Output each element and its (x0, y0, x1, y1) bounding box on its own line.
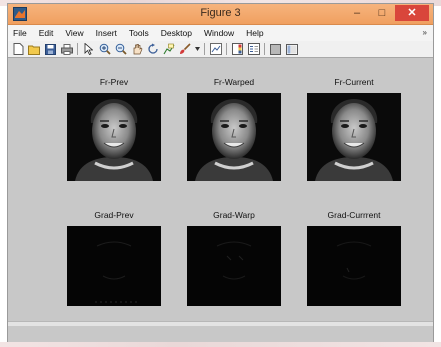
close-button[interactable]: ✕ (395, 5, 429, 21)
menu-file[interactable]: File (8, 28, 33, 38)
gradient-image (67, 226, 161, 306)
toolbar-separator (264, 43, 265, 55)
panel-title: Fr-Current (334, 77, 374, 87)
legend-icon[interactable] (247, 43, 260, 56)
menu-help[interactable]: Help (240, 28, 269, 38)
window-bottom-strip (8, 321, 433, 326)
hide-plot-tools-icon[interactable] (269, 43, 282, 56)
new-figure-icon[interactable] (12, 43, 25, 56)
panel-fr-current: Fr-Current (307, 76, 401, 181)
title-bar[interactable]: Figure 3 – □ ✕ (8, 4, 433, 25)
pan-icon[interactable] (130, 43, 143, 56)
open-file-icon[interactable] (28, 43, 41, 56)
toolbar-separator (204, 43, 205, 55)
panel-fr-prev: Fr-Prev (67, 76, 161, 181)
show-plot-tools-icon[interactable] (285, 43, 298, 56)
face-image (187, 93, 281, 181)
panel-title: Fr-Warped (213, 77, 255, 87)
toolbar-separator (226, 43, 227, 55)
rotate-icon[interactable] (146, 43, 159, 56)
menu-bar: File Edit View Insert Tools Desktop Wind… (8, 25, 433, 41)
data-cursor-icon[interactable] (162, 43, 175, 56)
menu-insert[interactable]: Insert (90, 28, 123, 38)
menu-view[interactable]: View (59, 28, 89, 38)
zoom-out-icon[interactable] (114, 43, 127, 56)
menu-desktop[interactable]: Desktop (155, 28, 198, 38)
link-plot-icon[interactable] (209, 43, 222, 56)
minimize-button[interactable]: – (345, 5, 369, 21)
zoom-in-icon[interactable] (98, 43, 111, 56)
menu-window[interactable]: Window (198, 28, 240, 38)
brush-icon[interactable] (178, 43, 191, 56)
colorbar-icon[interactable] (231, 43, 244, 56)
pointer-icon[interactable] (82, 43, 95, 56)
panel-title: Grad-Warp (213, 210, 255, 220)
panel-grad-warp: Grad-Warp (187, 209, 281, 306)
background-strip-bottom (0, 342, 441, 347)
panel-grad-current: Grad-Currrent (307, 209, 401, 306)
print-icon[interactable] (60, 43, 73, 56)
gradient-image (307, 226, 401, 306)
gradient-image (187, 226, 281, 306)
figure-canvas[interactable]: Fr-Prev Fr-Warped Fr-Current Grad-Prev G… (8, 59, 433, 321)
menu-tools[interactable]: Tools (123, 28, 155, 38)
dropdown-icon[interactable] (194, 43, 200, 56)
menu-overflow-arrow[interactable]: » (423, 28, 427, 37)
panel-title: Grad-Prev (94, 210, 134, 220)
panel-title: Grad-Currrent (327, 210, 381, 220)
menu-edit[interactable]: Edit (33, 28, 60, 38)
panel-grad-prev: Grad-Prev (67, 209, 161, 306)
figure-toolbar (8, 41, 433, 58)
face-image (67, 93, 161, 181)
toolbar-separator (77, 43, 78, 55)
panel-title: Fr-Prev (99, 77, 129, 87)
maximize-button[interactable]: □ (370, 5, 394, 21)
panel-fr-warped: Fr-Warped (187, 76, 281, 181)
face-image (307, 93, 401, 181)
save-icon[interactable] (44, 43, 57, 56)
figure-window: Figure 3 – □ ✕ File Edit View Insert Too… (8, 4, 433, 342)
